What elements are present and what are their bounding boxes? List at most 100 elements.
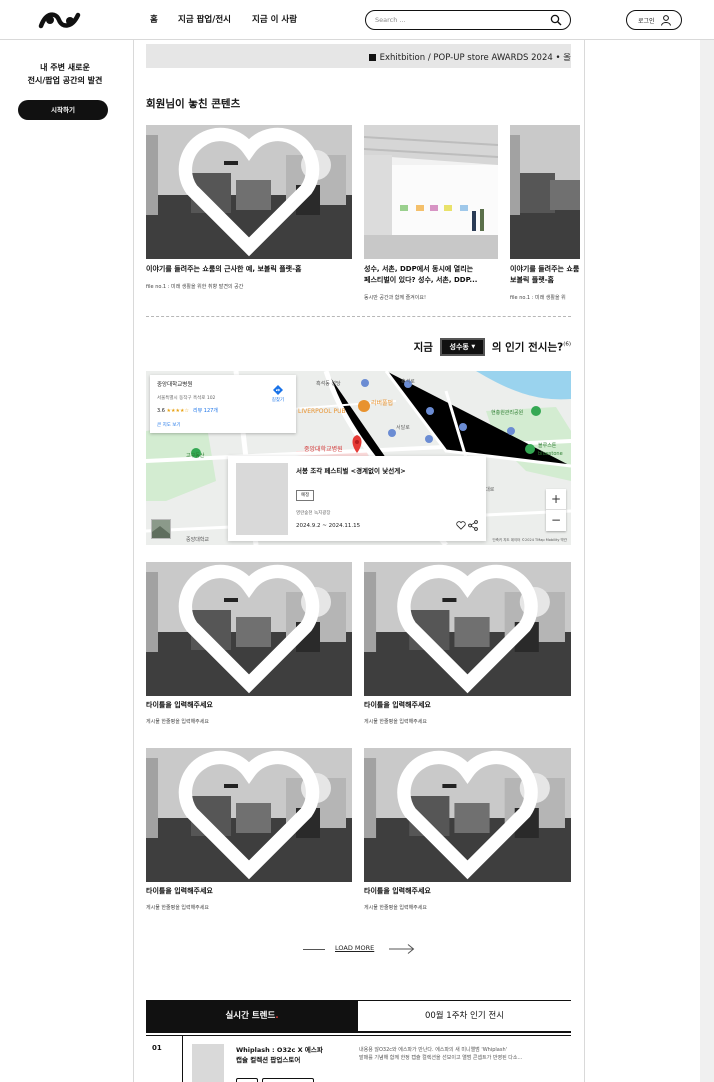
map-exhibition-card[interactable]: 서봉 조각 페스티벌 <경계없이 낯선게> 예정 영란숲천 녹지광장 2024.…	[228, 456, 486, 541]
nav-home[interactable]: 홈	[150, 13, 158, 25]
nav-people[interactable]: 지금 이 사람	[252, 13, 297, 25]
popular-prefix: 지금	[413, 341, 433, 354]
heart-icon[interactable]	[364, 748, 571, 882]
tab-weekly-popular[interactable]: 00월 1주차 인기 전시	[358, 1000, 571, 1033]
popular-count: (6)	[563, 341, 571, 348]
exhibition-card-title[interactable]: 타이틀을 입력해주세요	[364, 886, 570, 897]
exhibition-card-title[interactable]: 타이틀을 입력해주세요	[364, 700, 570, 711]
section-divider	[146, 316, 571, 317]
heart-icon[interactable]	[364, 562, 571, 696]
view-larger-map-link[interactable]: 큰 지도 보기	[157, 422, 181, 428]
ticker-text: Exhitbition / POP-UP store AWARDS 2024 •…	[379, 53, 571, 63]
trend-divider	[182, 1036, 183, 1082]
content-card-title-line2: 보볼릭 플랫-홈	[510, 275, 554, 284]
map-label-hospital: 중앙대학교병원	[304, 445, 343, 453]
scrollbar-track[interactable]	[700, 40, 714, 1082]
content-card-title[interactable]: 이야기를 들려주는 쇼룸 보볼릭 플랫-홈	[510, 264, 580, 286]
heart-icon[interactable]	[146, 562, 352, 696]
trend-desc-line2: 발매를 기념해 함께 한정 캡슐 컬렉션을 선보이고 앨범 콘셉트가 반영된 다…	[359, 1055, 523, 1062]
map-label-road-1: 서달로	[396, 424, 410, 431]
review-link[interactable]: 리뷰 127개	[193, 408, 218, 414]
content-card-subtitle: 동시만 공간과 함께 즐겨이요!	[364, 295, 426, 301]
awards-ticker[interactable]: Exhitbition / POP-UP store AWARDS 2024 •…	[146, 44, 571, 68]
trend-title-line2: 캡슐 컬렉션 팝업스토어	[236, 1055, 301, 1064]
gallery-photo	[510, 125, 580, 259]
map-label-hill: 고구동산	[186, 452, 205, 459]
map-label-road-2: 흑석로	[401, 378, 415, 385]
exhibition-card-subtitle: 게시물 한줄평을 입력해주세요	[146, 719, 209, 725]
trend-tabs: 실시간 트렌드. 00월 1주차 인기 전시	[146, 1000, 571, 1033]
star-rating-icon: ★★★★☆	[166, 408, 189, 414]
exhibition-location: 영란숲천 녹지광장	[296, 511, 331, 516]
trend-tag[interactable]	[262, 1078, 314, 1082]
tab-realtime-trend[interactable]: 실시간 트렌드.	[146, 1000, 358, 1033]
map-label-pub: 리버풀펍	[371, 399, 393, 407]
exhibition-card-image[interactable]	[146, 562, 352, 696]
content-card-title[interactable]: 성수, 서촌, DDP에서 동시에 열리는 페스티벌이 있다? 성수, 서촌, …	[364, 264, 500, 286]
load-more-line	[303, 949, 325, 950]
exhibition-card-image[interactable]	[146, 748, 352, 882]
content-card-title[interactable]: 이야기를 들려주는 쇼룸의 근사한 예, 보볼릭 플랫-홈	[146, 264, 356, 275]
trend-thumbnail	[192, 1044, 224, 1082]
map-label-pub-en: LIVERPOOL PUB	[298, 408, 346, 415]
square-bullet-icon	[368, 54, 376, 61]
content-card-title-line2: 페스티벌이 있다? 성수, 서촌, DDP...	[364, 275, 478, 284]
heart-icon[interactable]	[456, 521, 466, 530]
tab-realtime-label: 실시간 트렌드	[225, 1011, 276, 1021]
content-card-image[interactable]	[364, 125, 498, 259]
map-place-info[interactable]: 중앙대학교병원 서울특별시 동작구 흑석로 102 3.6 ★★★★☆ 리뷰 12…	[150, 375, 296, 433]
zoom-out-button[interactable]: −	[546, 510, 566, 531]
exhibition-card-title[interactable]: 타이틀을 입력해주세요	[146, 886, 352, 897]
nav-popup-exhibition[interactable]: 지금 팝업/전시	[178, 13, 231, 25]
exhibition-thumbnail	[236, 463, 288, 535]
directions-label: 길찾기	[271, 398, 285, 403]
map-credit: 단축키 지도 데이터 ©2024 TMap Mobility 약관	[492, 538, 567, 542]
trend-title-line1: Whiplash : O32c X 에스파	[236, 1046, 323, 1054]
exhibition-map[interactable]: 리버풀펍 LIVERPOOL PUB 중앙대학교병원 흑석동 성당 현충원관리공…	[146, 371, 571, 545]
map-label-church: 흑석동 성당	[316, 380, 341, 387]
map-zoom-control[interactable]: + −	[546, 489, 566, 531]
popular-suffix: 의 인기 전시는?	[491, 341, 564, 354]
map-label-park: 현충원관리공원	[491, 409, 524, 416]
trend-tag[interactable]	[236, 1078, 258, 1082]
exhibition-card-subtitle: 게시물 한줄평을 입력해주세요	[364, 905, 427, 911]
heart-icon[interactable]	[146, 748, 352, 882]
load-more-button[interactable]: LOAD MORE	[303, 942, 415, 956]
map-layer-toggle[interactable]	[151, 519, 171, 539]
place-name: 중앙대학교병원	[157, 382, 193, 388]
site-header: 홈 지금 팝업/전시 지금 이 사람 Search ... 로그인	[0, 0, 714, 40]
trend-list-item[interactable]: 01 Whiplash : O32c X 에스파 캡슐 컬렉션 팝업스토어 내용…	[146, 1035, 571, 1082]
content-card-image[interactable]	[510, 125, 580, 259]
login-label: 로그인	[638, 18, 655, 25]
map-label-bluestone: 블루스톤	[538, 442, 557, 449]
search-placeholder: Search ...	[375, 16, 406, 24]
chevron-down-icon: ▼	[471, 344, 476, 350]
search-input[interactable]: Search ...	[365, 10, 571, 30]
exhibition-card-title[interactable]: 타이틀을 입력해주세요	[146, 700, 352, 711]
start-button[interactable]: 시작하기	[18, 100, 108, 120]
content-card-image[interactable]	[146, 125, 352, 259]
trend-title: Whiplash : O32c X 에스파 캡슐 컬렉션 팝업스토어	[236, 1046, 323, 1066]
zoom-in-button[interactable]: +	[546, 489, 566, 510]
district-select[interactable]: 성수동 ▼	[439, 338, 486, 356]
rating-value: 3.6	[157, 408, 165, 414]
sidebar-title-line1: 내 주변 새로운	[40, 63, 90, 72]
user-icon	[661, 15, 671, 26]
sidebar-title-line2: 전시/팝업 공간의 발견	[27, 76, 103, 85]
missed-content-title: 회원님이 놓친 콘텐츠	[146, 98, 241, 110]
trend-description: 내용용 않O32c와 에스파가 만난다. 에스파의 새 미니앨범 'Whipla…	[359, 1046, 569, 1063]
place-address: 서울특별시 동작구 흑석로 102	[157, 396, 216, 401]
directions-button[interactable]: 길찾기	[267, 385, 289, 403]
content-card-title-line1: 성수, 서촌, DDP에서 동시에 열리는	[364, 265, 474, 273]
login-button[interactable]: 로그인	[626, 10, 682, 30]
status-badge: 예정	[296, 490, 315, 501]
exhibition-card-subtitle: 게시물 한줄평을 입력해주세요	[364, 719, 427, 725]
content-card-title-line1: 이야기를 들려주는 쇼룸	[510, 265, 580, 273]
heart-icon[interactable]	[146, 125, 352, 259]
search-icon[interactable]	[550, 14, 562, 26]
brand-logo-icon[interactable]	[38, 9, 82, 31]
content-card-subtitle: file no.1 : 미래 생활을 위	[510, 295, 566, 301]
exhibition-card-image[interactable]	[364, 562, 571, 696]
share-icon[interactable]	[468, 520, 478, 531]
exhibition-card-image[interactable]	[364, 748, 571, 882]
